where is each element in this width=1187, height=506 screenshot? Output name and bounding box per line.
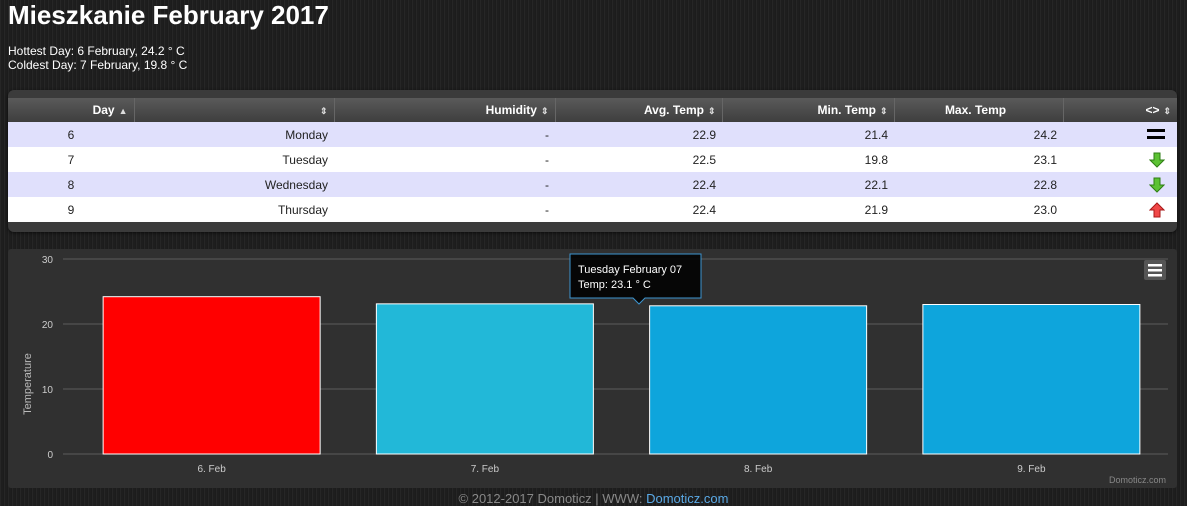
coldest-day-text: Coldest Day: 7 February, 19.8 ° C xyxy=(8,58,188,72)
bar-4[interactable] xyxy=(922,304,1141,455)
sort-icon: ⇕ xyxy=(879,106,888,116)
sort-icon: ⇕ xyxy=(707,106,716,116)
sort-icon: ⇕ xyxy=(319,106,328,116)
chart-panel: 0 10 20 30 6. Feb 7. Feb 8. Feb 9. Feb Temperat… xyxy=(8,249,1177,488)
cell-humidity: - xyxy=(545,152,549,167)
x-tick-label: 7. Feb xyxy=(471,464,500,475)
y-tick-label: 10 xyxy=(42,385,54,396)
footer-link[interactable]: Domoticz.com xyxy=(646,491,728,506)
cell-max-temp: 23.0 xyxy=(1033,202,1057,217)
cell-max-temp: 22.8 xyxy=(1033,177,1057,192)
chart-menu-button[interactable] xyxy=(1144,260,1166,280)
table-row: 9 Thursday - 22.4 21.9 23.0 xyxy=(8,197,1177,222)
y-tick-label: 20 xyxy=(42,320,54,331)
bar-1[interactable] xyxy=(102,296,321,455)
hamburger-icon xyxy=(1148,264,1162,277)
chart-bars xyxy=(102,296,1141,455)
cell-humidity: - xyxy=(545,127,549,142)
cell-min-temp: 19.8 xyxy=(864,152,888,167)
temperature-stats: Hottest Day: 6 February, 24.2 ° C Coldes… xyxy=(8,44,187,72)
table-row: 6 Monday - 22.9 21.4 24.2 xyxy=(8,122,1177,147)
header-trend[interactable]: <> ⇕ xyxy=(1063,98,1177,122)
report-table-panel: Day ▲ ⇕ Humidity ⇕ Avg. Temp ⇕ Min. Temp ⇕ M… xyxy=(8,90,1177,232)
table-header-row: Day ▲ ⇕ Humidity ⇕ Avg. Temp ⇕ Min. Temp ⇕ M… xyxy=(8,98,1177,122)
tooltip-value: Temp: 23.1 ° C xyxy=(578,279,651,291)
header-humidity[interactable]: Humidity ⇕ xyxy=(334,98,556,122)
bar-3[interactable] xyxy=(649,305,868,455)
x-tick-label: 9. Feb xyxy=(1017,464,1046,475)
header-day[interactable]: Day ▲ xyxy=(8,98,135,122)
y-tick-label: 0 xyxy=(47,450,53,461)
cell-day: 9 xyxy=(67,202,75,217)
page-footer: © 2012-2017 Domoticz | WWW: Domoticz.com xyxy=(0,491,1187,506)
bar-2[interactable] xyxy=(375,303,594,455)
cell-avg-temp: 22.4 xyxy=(692,202,716,217)
tooltip-title: Tuesday February 07 xyxy=(578,264,682,276)
x-tick-label: 6. Feb xyxy=(197,464,226,475)
header-min-temp[interactable]: Min. Temp ⇕ xyxy=(722,98,895,122)
cell-weekday: Tuesday xyxy=(282,152,328,167)
table-row: 8 Wednesday - 22.4 22.1 22.8 xyxy=(8,172,1177,197)
header-max-temp[interactable]: Max. Temp xyxy=(894,98,1064,122)
x-tick-label: 8. Feb xyxy=(744,464,773,475)
sort-icon: ⇕ xyxy=(1163,106,1171,116)
down-arrow-icon xyxy=(1149,152,1165,168)
chart-tooltip: Tuesday February 07 Temp: 23.1 ° C xyxy=(569,253,702,305)
cell-avg-temp: 22.5 xyxy=(692,152,716,167)
temperature-bar-chart: 0 10 20 30 6. Feb 7. Feb 8. Feb 9. Feb Temperat… xyxy=(22,253,1168,485)
table-row: 7 Tuesday - 22.5 19.8 23.1 xyxy=(8,147,1177,172)
y-axis-label: Temperature xyxy=(22,353,34,415)
down-arrow-icon xyxy=(1149,177,1165,193)
y-tick-label: 30 xyxy=(42,255,54,266)
hottest-day-text: Hottest Day: 6 February, 24.2 ° C xyxy=(8,44,185,58)
report-table: Day ▲ ⇕ Humidity ⇕ Avg. Temp ⇕ Min. Temp ⇕ M… xyxy=(8,98,1177,222)
cell-avg-temp: 22.4 xyxy=(692,177,716,192)
cell-max-temp: 24.2 xyxy=(1033,127,1057,142)
cell-day: 6 xyxy=(67,127,75,142)
cell-trend xyxy=(1063,172,1177,197)
cell-weekday: Monday xyxy=(285,127,328,142)
cell-avg-temp: 22.9 xyxy=(692,127,716,142)
chart-credit[interactable]: Domoticz.com xyxy=(1109,475,1166,485)
cell-trend xyxy=(1063,197,1177,222)
footer-text: © 2012-2017 Domoticz | WWW: xyxy=(458,491,647,506)
cell-min-temp: 21.9 xyxy=(864,202,888,217)
page-title: Mieszkanie February 2017 xyxy=(8,0,329,30)
cell-min-temp: 22.1 xyxy=(864,177,888,192)
cell-weekday: Thursday xyxy=(277,202,328,217)
sort-asc-icon: ▲ xyxy=(118,106,128,116)
header-avg-temp[interactable]: Avg. Temp ⇕ xyxy=(555,98,723,122)
cell-day: 7 xyxy=(67,152,75,167)
cell-humidity: - xyxy=(545,202,549,217)
cell-min-temp: 21.4 xyxy=(864,127,888,142)
cell-trend xyxy=(1063,147,1177,172)
cell-humidity: - xyxy=(545,177,549,192)
header-weekday[interactable]: ⇕ xyxy=(134,98,335,122)
cell-max-temp: 23.1 xyxy=(1033,152,1057,167)
cell-trend xyxy=(1063,122,1177,147)
cell-day: 8 xyxy=(67,177,75,192)
cell-weekday: Wednesday xyxy=(264,177,328,192)
sort-icon: ⇕ xyxy=(540,106,549,116)
up-arrow-icon xyxy=(1149,201,1165,217)
equal-icon xyxy=(1147,128,1165,139)
